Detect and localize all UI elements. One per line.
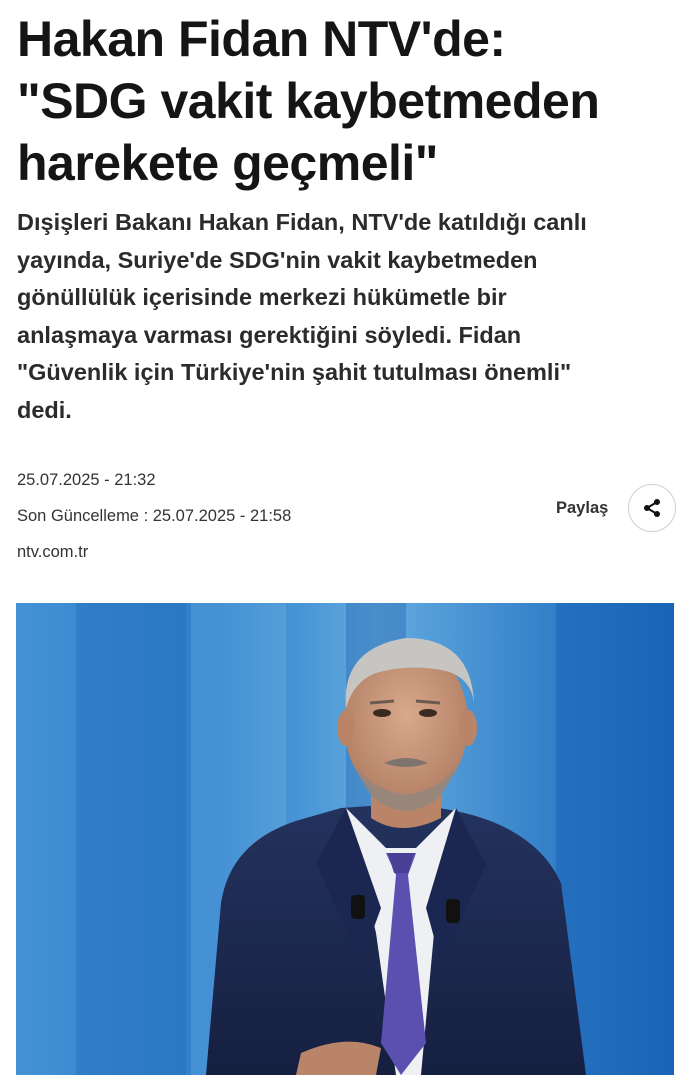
updated-date: Son Güncelleme : 25.07.2025 - 21:58: [17, 507, 292, 525]
share-icon: [644, 499, 661, 517]
headline: Hakan Fidan NTV'de: "SDG vakit kaybetmed…: [17, 11, 600, 191]
publish-date: 25.07.2025 - 21:32: [17, 471, 156, 489]
source-link[interactable]: ntv.com.tr: [17, 538, 291, 574]
article-summary: Dışişleri Bakanı Hakan Fidan, NTV'de kat…: [17, 209, 587, 423]
news-article: Hakan Fidan NTV'de: "SDG vakit kaybetmed…: [0, 0, 688, 1075]
share-control[interactable]: Paylaş: [556, 484, 677, 532]
article-photo: [16, 603, 674, 1075]
share-button[interactable]: [628, 484, 677, 532]
share-label[interactable]: Paylaş: [556, 499, 608, 518]
article-photo-image: [16, 603, 674, 1075]
article-meta: 25.07.2025 - 21:32 Son Güncelleme : 25.0…: [17, 466, 291, 574]
